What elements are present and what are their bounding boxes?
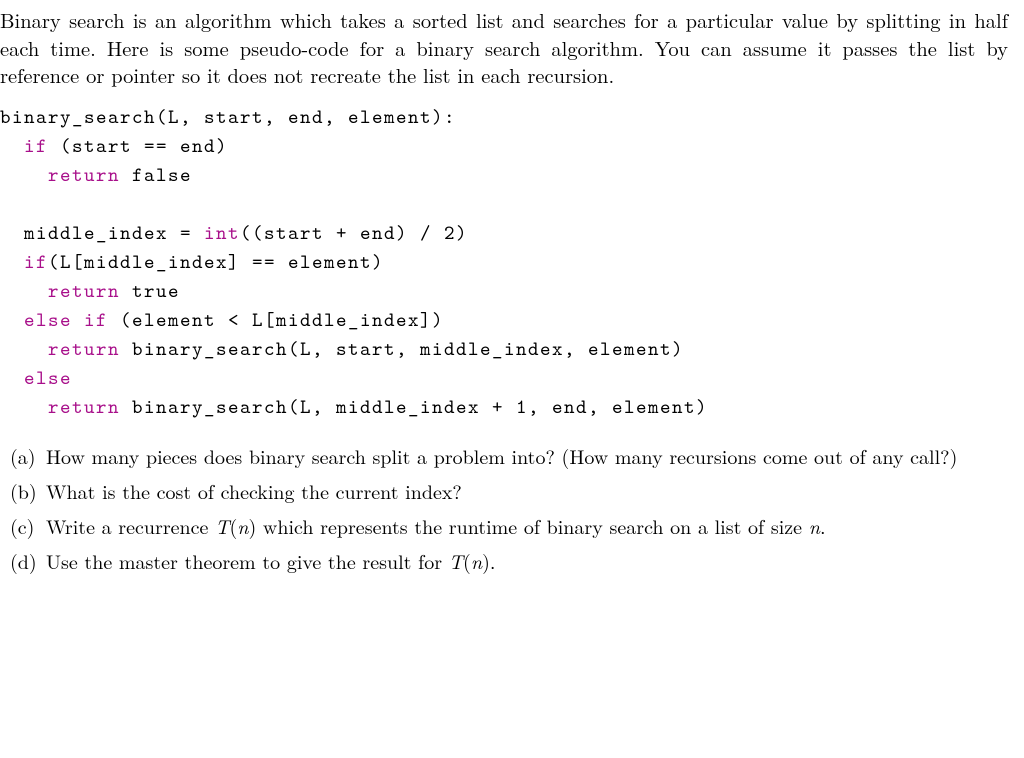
question-text: Use the master theorem to give the resul… (46, 547, 1008, 574)
keyword-if: if (24, 133, 48, 159)
question-b: (b) What is the cost of checking the cur… (10, 477, 1008, 504)
code-line: binary_search(L, start, end, element): (0, 104, 456, 130)
code-block: binary_search(L, start, end, element): i… (0, 103, 1018, 422)
math-var: n (809, 511, 820, 540)
question-text: How many pieces does binary search split… (46, 442, 1008, 469)
intro-paragraph: Binary search is an algorithm which take… (0, 6, 1008, 89)
keyword-return: return (48, 394, 120, 420)
math-var: T (449, 546, 463, 575)
keyword-if: if (24, 249, 48, 275)
document-page: Binary search is an algorithm which take… (0, 0, 1024, 588)
question-text: What is the cost of checking the current… (46, 477, 1008, 504)
keyword-if: if (84, 307, 108, 333)
question-c: (c) Write a recurrence T(n) which repres… (10, 512, 1008, 539)
keyword-int: int (204, 220, 240, 246)
keyword-return: return (48, 162, 120, 188)
questions-list: (a) How many pieces does binary search s… (10, 442, 1008, 574)
math-var: n (471, 546, 482, 575)
math-var: n (237, 511, 248, 540)
keyword-else: else (24, 365, 72, 391)
math-var: T (215, 511, 229, 540)
keyword-return: return (48, 278, 120, 304)
question-label: (a) (10, 442, 46, 469)
question-label: (c) (10, 512, 46, 539)
question-text: Write a recurrence T(n) which represents… (46, 512, 1008, 539)
question-label: (d) (10, 547, 46, 574)
question-d: (d) Use the master theorem to give the r… (10, 547, 1008, 574)
question-label: (b) (10, 477, 46, 504)
keyword-else: else (24, 307, 72, 333)
question-a: (a) How many pieces does binary search s… (10, 442, 1008, 469)
keyword-return: return (48, 336, 120, 362)
